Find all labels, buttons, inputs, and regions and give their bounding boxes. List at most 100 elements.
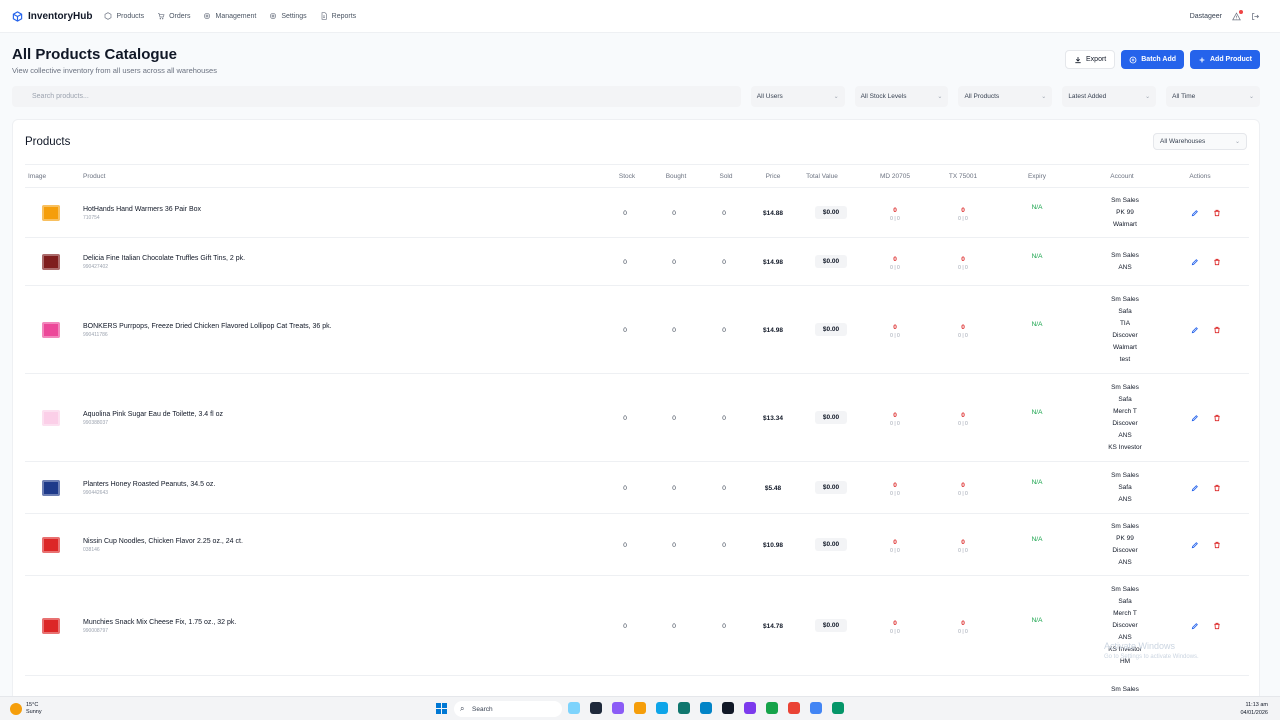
table-row[interactable]: Delicia Fine Italian Chocolate Truffles … xyxy=(25,238,1249,286)
export-button[interactable]: Export xyxy=(1065,50,1116,69)
product-image[interactable] xyxy=(41,252,61,272)
md-breakdown: 0 | 0 xyxy=(890,629,900,635)
product-image[interactable] xyxy=(41,616,61,636)
delete-icon[interactable] xyxy=(1213,414,1221,422)
delete-icon[interactable] xyxy=(1213,484,1221,492)
brand[interactable]: InventoryHub xyxy=(12,11,92,22)
account-list: Sm Sales PK 99 Discover ANS xyxy=(1095,521,1155,569)
column-header[interactable]: Stock xyxy=(602,173,652,180)
column-header[interactable]: Sold xyxy=(701,173,751,180)
column-header[interactable]: Bought xyxy=(651,173,701,180)
users-select[interactable]: All Users ⌄ xyxy=(750,86,845,107)
account-tag: Discover xyxy=(1112,547,1138,554)
sold-value: 0 xyxy=(722,542,726,549)
product-name[interactable]: Aquolina Pink Sugar Eau de Toilette, 3.4… xyxy=(83,411,223,418)
warehouse-select[interactable]: All Warehouses ⌄ xyxy=(1153,133,1247,150)
product-name[interactable]: Delicia Fine Italian Chocolate Truffles … xyxy=(83,255,245,262)
batch-add-button[interactable]: Batch Add xyxy=(1121,50,1184,69)
tx-qty: 0 xyxy=(961,620,965,627)
alert-icon[interactable] xyxy=(1232,10,1243,21)
edit-icon[interactable] xyxy=(1191,414,1199,422)
taskbar-app-icon[interactable] xyxy=(678,702,690,714)
batch-add-label: Batch Add xyxy=(1141,56,1176,63)
nav-item-reports[interactable]: Reports xyxy=(320,12,356,20)
edit-icon[interactable] xyxy=(1191,209,1199,217)
column-header[interactable]: TX 75001 xyxy=(938,173,988,180)
product-name[interactable]: Munchies Snack Mix Cheese Fix, 1.75 oz.,… xyxy=(83,619,236,626)
taskbar-app-icon[interactable] xyxy=(766,702,778,714)
taskbar-app-icon[interactable] xyxy=(656,702,668,714)
nav-item-label: Settings xyxy=(281,12,307,20)
table-row[interactable]: Munchies Snack Mix Cheese Fix, 1.75 oz.,… xyxy=(25,576,1249,676)
sold-value: 0 xyxy=(722,327,726,334)
table-row[interactable]: HotHands Hand Warmers 36 Pair Box 710754 0… xyxy=(25,188,1249,238)
taskbar-app-icon[interactable] xyxy=(722,702,734,714)
logout-icon[interactable] xyxy=(1251,12,1260,21)
taskbar-app-icon[interactable] xyxy=(634,702,646,714)
user-name[interactable]: Dastageer xyxy=(1190,13,1222,20)
product-image[interactable] xyxy=(41,478,61,498)
column-header[interactable]: Image xyxy=(28,173,46,180)
taskbar-app-icon[interactable] xyxy=(568,702,580,714)
weather-widget[interactable]: 15°C Sunny xyxy=(10,702,42,716)
product-name[interactable]: Planters Honey Roasted Peanuts, 34.5 oz. xyxy=(83,481,215,488)
column-header[interactable]: Expiry xyxy=(1012,173,1062,180)
delete-icon[interactable] xyxy=(1213,209,1221,217)
add-product-button[interactable]: Add Product xyxy=(1190,50,1260,69)
edit-icon[interactable] xyxy=(1191,484,1199,492)
product-name[interactable]: Nissin Cup Noodles, Chicken Flavor 2.25 … xyxy=(83,538,243,545)
gear-icon xyxy=(203,12,211,20)
top-nav: InventoryHub Products Orders Management Set… xyxy=(0,0,1280,33)
nav-item-management[interactable]: Management xyxy=(203,12,256,20)
product-name[interactable]: HotHands Hand Warmers 36 Pair Box xyxy=(83,206,201,213)
edit-icon[interactable] xyxy=(1191,622,1199,630)
column-header[interactable]: MD 20705 xyxy=(870,173,920,180)
taskbar-app-icon[interactable] xyxy=(612,702,624,714)
product-image[interactable] xyxy=(41,320,61,340)
sort-select[interactable]: Latest Added ⌄ xyxy=(1062,86,1157,107)
table-row[interactable]: Nissin Cup Noodles, Chicken Flavor 2.25 … xyxy=(25,514,1249,576)
chevron-down-icon: ⌄ xyxy=(1234,139,1240,145)
taskbar-search[interactable]: ⌕ Search xyxy=(454,701,562,717)
column-header[interactable]: Product xyxy=(83,173,105,180)
nav-item-orders[interactable]: Orders xyxy=(157,12,190,20)
nav-item-products[interactable]: Products xyxy=(104,12,144,20)
search-input[interactable]: Search products... xyxy=(12,86,741,107)
delete-icon[interactable] xyxy=(1213,258,1221,266)
clock[interactable]: 11:13 am 04/01/2026 xyxy=(1240,701,1268,717)
taskbar-app-icon[interactable] xyxy=(744,702,756,714)
stock-select[interactable]: All Stock Levels ⌄ xyxy=(854,86,949,107)
column-header[interactable]: Account xyxy=(1097,173,1147,180)
warehouse-tx-stock: 0 0 | 0 xyxy=(943,620,983,635)
table-row[interactable]: BONKERS Purrpops, Freeze Dried Chicken F… xyxy=(25,286,1249,374)
products-select[interactable]: All Products ⌄ xyxy=(958,86,1053,107)
windows-start-icon[interactable] xyxy=(436,703,447,714)
account-list: Sm Sales PK 99 Walmart xyxy=(1095,195,1155,231)
account-list: Sm Sales Safa ANS xyxy=(1095,470,1155,506)
time-select[interactable]: All Time ⌄ xyxy=(1166,86,1261,107)
account-tag: Discover xyxy=(1112,332,1138,339)
taskbar-app-icon[interactable] xyxy=(810,702,822,714)
delete-icon[interactable] xyxy=(1213,622,1221,630)
table-row[interactable]: Aquolina Pink Sugar Eau de Toilette, 3.4… xyxy=(25,374,1249,462)
delete-icon[interactable] xyxy=(1213,541,1221,549)
column-header[interactable]: Price xyxy=(748,173,798,180)
product-image[interactable] xyxy=(41,535,61,555)
taskbar-app-icon[interactable] xyxy=(832,702,844,714)
tx-breakdown: 0 | 0 xyxy=(958,629,968,635)
taskbar-app-icon[interactable] xyxy=(700,702,712,714)
product-image[interactable] xyxy=(41,203,61,223)
taskbar-app-icon[interactable] xyxy=(590,702,602,714)
delete-icon[interactable] xyxy=(1213,326,1221,334)
product-name[interactable]: BONKERS Purrpops, Freeze Dried Chicken F… xyxy=(83,323,332,330)
edit-icon[interactable] xyxy=(1191,258,1199,266)
nav-user-area: Dastageer xyxy=(1190,0,1260,33)
edit-icon[interactable] xyxy=(1191,326,1199,334)
product-image[interactable] xyxy=(41,408,61,428)
table-row[interactable]: Planters Honey Roasted Peanuts, 34.5 oz.… xyxy=(25,462,1249,514)
taskbar-app-icon[interactable] xyxy=(788,702,800,714)
nav-item-settings[interactable]: Settings xyxy=(269,12,307,20)
column-header[interactable]: Actions xyxy=(1175,173,1225,180)
edit-icon[interactable] xyxy=(1191,541,1199,549)
column-header[interactable]: Total Value xyxy=(797,173,847,180)
